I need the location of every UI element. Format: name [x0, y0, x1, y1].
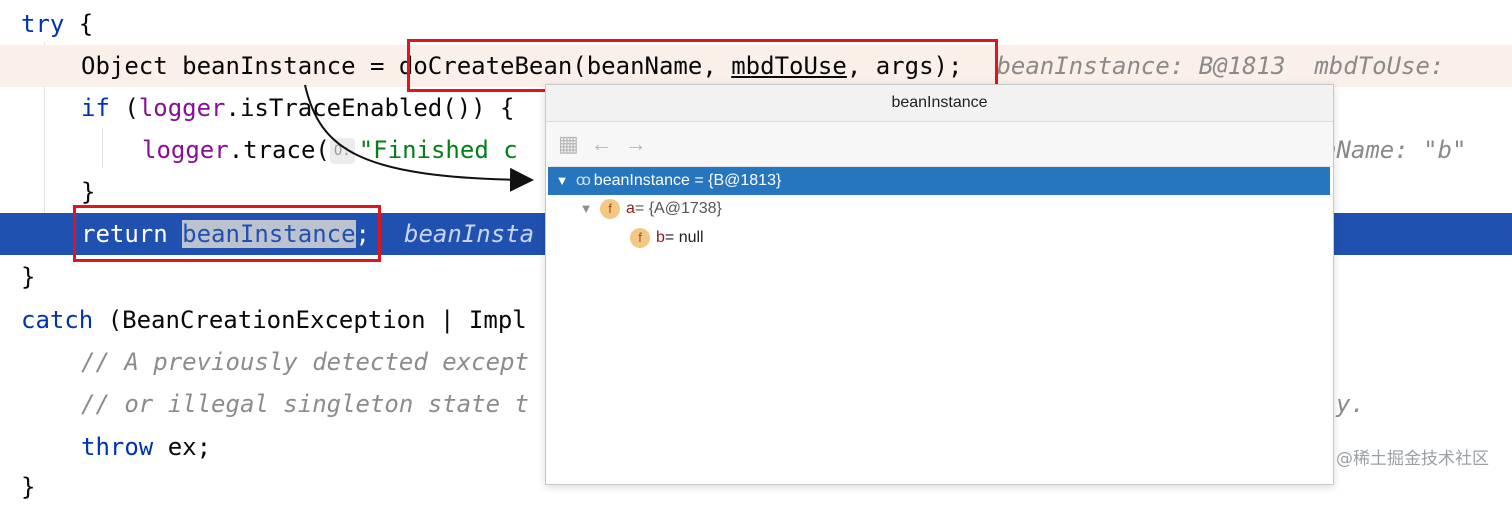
expand-arrow-icon[interactable]: ▼ [578, 195, 594, 223]
code-text: { [64, 10, 94, 38]
code-comment: // A previously detected except [81, 348, 529, 376]
object-icon: oo [576, 172, 591, 189]
popup-title: beanInstance [546, 85, 1333, 122]
keyword-try: try [21, 10, 65, 38]
code-text: (BeanCreationException | Impl [93, 306, 527, 334]
keyword-if: if [81, 94, 110, 122]
code-text: .isTraceEnabled()) { [225, 94, 515, 122]
field-logger: logger [142, 136, 229, 164]
field-name: a [626, 200, 635, 217]
code-text: } [21, 473, 36, 501]
watch-icon[interactable]: ▦ [558, 133, 579, 155]
code-comment: y. [1336, 390, 1365, 418]
code-text: ex; [153, 433, 212, 461]
parameter-hint: O: [329, 138, 355, 164]
keyword-catch: catch [21, 306, 94, 334]
inline-debug-value: nName: "b" [1322, 136, 1467, 164]
field-logger: logger [138, 94, 226, 122]
code-text: ( [109, 94, 139, 122]
code-text: Object beanInstance = [81, 52, 399, 80]
keyword-throw: throw [81, 433, 154, 461]
watermark: @稀土掘金技术社区 [1336, 449, 1489, 469]
code-text: } [81, 178, 96, 206]
string-literal: "Finished c [358, 136, 518, 164]
popup-toolbar: ▦ ← → [546, 122, 1333, 167]
inline-debug-value: beanInstance: B@1813 mbdToUse: [996, 52, 1445, 80]
tree-row-beaninstance[interactable]: ▼ oo beanInstance = {B@1813} [548, 167, 1330, 195]
debug-value-popup[interactable]: beanInstance ▦ ← → ▼ oo beanInstance = {… [545, 84, 1334, 485]
code-text: } [21, 263, 36, 291]
tree-row-field-b[interactable]: f b = null [630, 224, 704, 252]
field-icon: f [600, 199, 620, 219]
tree-row-label: beanInstance = {B@1813} [593, 172, 782, 189]
back-arrow-icon[interactable]: ← [591, 133, 613, 155]
code-text: .trace( [228, 136, 330, 164]
field-value: = null [664, 229, 704, 246]
annotation-box-return [73, 205, 381, 262]
tree-row-field-a[interactable]: ▼ f a = {A@1738} [578, 195, 722, 223]
field-icon: f [630, 228, 650, 248]
forward-arrow-icon[interactable]: → [625, 133, 647, 155]
expand-arrow-icon[interactable]: ▼ [554, 167, 570, 195]
field-name: b [656, 229, 665, 246]
inline-debug-value: beanInsta [404, 220, 535, 248]
field-value: = {A@1738} [634, 200, 722, 217]
code-comment: // or illegal singleton state t [81, 390, 529, 418]
